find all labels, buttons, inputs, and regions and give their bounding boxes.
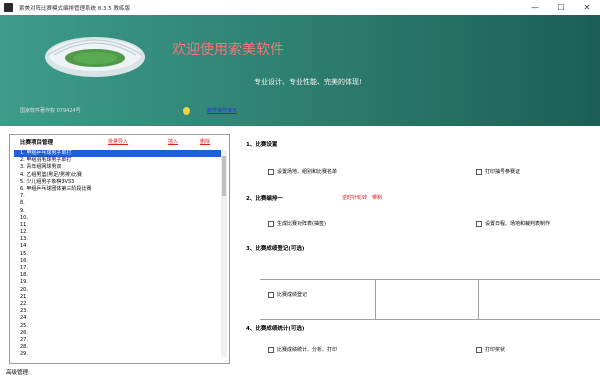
stadium-image <box>45 37 145 77</box>
list-item[interactable]: 9. <box>14 208 224 215</box>
header-banner: 欢迎使用索美软件 专业设计、专业性能、完美的体现! 国家软件著作权 079424… <box>0 15 600 126</box>
panel-header: 比赛项目管理 批量导入 插入 删除 <box>10 135 229 147</box>
rotation-note-suffix: 带制 <box>372 195 383 201</box>
setup-venues-option[interactable]: 设置场地、组别和比赛名单 <box>268 168 337 175</box>
window-controls: — ☐ ✕ <box>522 0 600 15</box>
option-label: 设置日程、场地和裁判表制作 <box>485 221 551 227</box>
print-entry-card-option[interactable]: 打印抽号参赛证 <box>476 168 520 175</box>
checkbox-icon[interactable] <box>268 291 274 298</box>
list-item[interactable]: 13. <box>14 236 224 243</box>
score-statistics-option[interactable]: 比赛成绩统计、分析、打印 <box>268 346 337 353</box>
list-item[interactable]: 8. <box>14 200 224 207</box>
list-item[interactable]: 29. <box>14 351 224 358</box>
panel-title: 比赛项目管理 <box>20 140 54 146</box>
set-schedule-option[interactable]: 设置日程、场地和裁判表制作 <box>476 220 550 227</box>
divider <box>260 319 600 320</box>
checkbox-icon[interactable] <box>268 346 274 353</box>
checkbox-icon[interactable] <box>476 346 482 353</box>
list-item[interactable]: 23. <box>14 308 224 315</box>
close-button[interactable]: ✕ <box>574 0 600 15</box>
project-list[interactable]: 1. 甲组乒乓球男子单打 2. 甲组羽毛球男子单打 3. 青年组网球男双 4. … <box>14 150 224 357</box>
batch-import-link[interactable]: 批量导入 <box>108 138 128 145</box>
advanced-management-label: 高级管理: <box>6 370 30 376</box>
list-item[interactable]: 17. <box>14 265 224 272</box>
list-item[interactable]: 26. <box>14 330 224 337</box>
list-item[interactable]: 3. 青年组网球男双 <box>14 164 224 171</box>
checkbox-icon[interactable] <box>268 220 274 227</box>
section-scheduling: 2、比赛编排一 <box>246 196 283 202</box>
list-item[interactable]: 24. <box>14 315 224 322</box>
list-item[interactable]: 11. <box>14 222 224 229</box>
list-item[interactable]: 12. <box>14 229 224 236</box>
copyright-text: 国家软件著作权 079424号 <box>20 108 81 114</box>
section-match-settings: 1、比赛设置 <box>246 142 278 148</box>
list-item[interactable]: 16. <box>14 258 224 265</box>
rotation-note: 逆时针轮转 <box>342 195 368 201</box>
divider <box>375 279 376 319</box>
option-label: 设置场地、组别和比赛名单 <box>277 169 338 175</box>
insert-link[interactable]: 插入 <box>168 138 178 145</box>
list-item[interactable]: 18. <box>14 272 224 279</box>
checkbox-icon[interactable] <box>268 168 274 175</box>
list-item[interactable]: 25. <box>14 323 224 330</box>
project-management-panel: 比赛项目管理 批量导入 插入 删除 1. 甲组乒乓球男子单打 2. 甲组羽毛球男… <box>9 134 230 364</box>
list-item[interactable]: 10. <box>14 215 224 222</box>
list-item[interactable]: 5. 少儿组男子象棋3VS3 <box>14 179 224 186</box>
app-icon <box>4 3 13 12</box>
section-score-statistics: 4、比赛成绩统计(可选) <box>246 326 305 332</box>
score-registration-option[interactable]: 比赛成绩登记 <box>268 291 307 298</box>
list-item[interactable]: 20. <box>14 287 224 294</box>
scrollbar-thumb[interactable] <box>222 156 226 196</box>
list-scrollbar[interactable] <box>221 150 227 357</box>
option-label: 打印抽号参赛证 <box>485 169 521 175</box>
list-item[interactable]: 14. <box>14 243 224 250</box>
section-score-registration: 3、比赛成绩登记(可选) <box>246 246 305 252</box>
minimize-button[interactable]: — <box>522 0 548 15</box>
checkbox-icon[interactable] <box>476 168 482 175</box>
slogan-text: 专业设计、专业性能、完美的体现! <box>254 78 362 86</box>
checkbox-icon[interactable] <box>476 220 482 227</box>
list-item[interactable]: 28. <box>14 344 224 351</box>
help-demo-link[interactable]: 软件操作演示 <box>207 107 237 114</box>
title-bar: 索美对阵比赛模式编排管理系统 8.3.5 教练版 — ☐ ✕ <box>0 0 600 15</box>
welcome-title: 欢迎使用索美软件 <box>172 42 284 58</box>
divider <box>478 279 479 319</box>
option-label: 比赛成绩统计、分析、打印 <box>277 347 338 353</box>
list-item[interactable]: 6. 甲组乒乓球团体第三阶段比赛 <box>14 186 224 193</box>
list-item[interactable]: 7. <box>14 193 224 200</box>
option-label: 比赛成绩登记 <box>277 292 308 298</box>
delete-link[interactable]: 删除 <box>200 138 210 145</box>
list-item[interactable]: 27. <box>14 337 224 344</box>
list-item[interactable]: 4. 乙组男篮(男足/男排)比赛 <box>14 172 224 179</box>
maximize-button[interactable]: ☐ <box>548 0 574 15</box>
option-label: 生成比赛对阵表(抽签) <box>277 221 326 227</box>
list-item[interactable]: 21. <box>14 294 224 301</box>
list-item[interactable]: 19. <box>14 279 224 286</box>
option-label: 打印奖状 <box>485 347 506 353</box>
workflow-area: 1、比赛设置 设置场地、组别和比赛名单 打印抽号参赛证 2、比赛编排一 逆时针轮… <box>238 126 600 376</box>
lightbulb-icon <box>183 107 190 115</box>
list-item[interactable]: 15. <box>14 251 224 258</box>
list-item[interactable]: 22. <box>14 301 224 308</box>
print-certificate-option[interactable]: 打印奖状 <box>476 346 505 353</box>
divider <box>260 279 600 280</box>
window-title: 索美对阵比赛模式编排管理系统 8.3.5 教练版 <box>19 5 130 12</box>
generate-draw-option[interactable]: 生成比赛对阵表(抽签) <box>268 220 326 227</box>
